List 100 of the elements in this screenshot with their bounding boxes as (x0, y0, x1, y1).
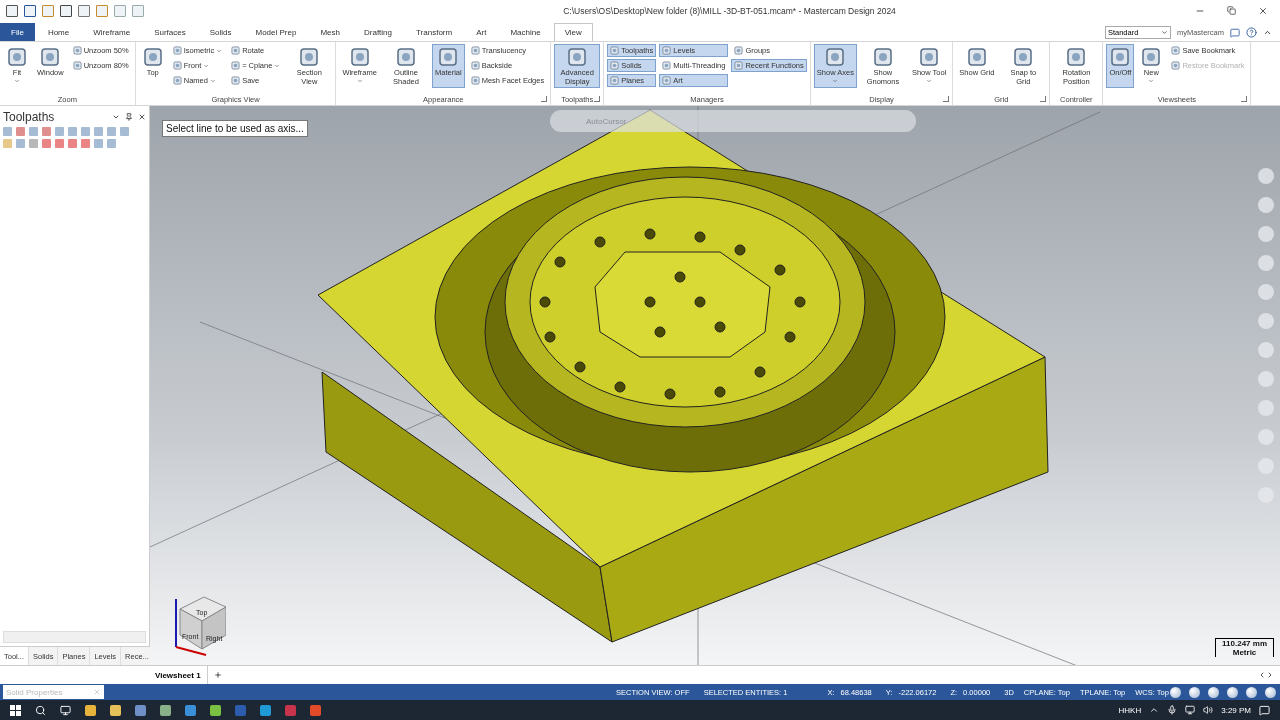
quick-access-icon[interactable] (78, 5, 90, 17)
dialog-launcher-icon[interactable] (1241, 96, 1248, 102)
tool-icon (1171, 46, 1181, 55)
display-mode-icon[interactable] (1227, 686, 1238, 698)
scroll-right-icon[interactable] (1266, 671, 1274, 679)
caret-icon (203, 62, 210, 69)
scale-units: Metric (1232, 648, 1257, 657)
caret-icon (216, 47, 223, 54)
display-mode-icon[interactable] (1189, 686, 1200, 698)
feedback-icon[interactable] (1230, 27, 1240, 38)
notification-icon[interactable] (1259, 704, 1270, 716)
tool-icon (1013, 47, 1034, 67)
ribbon-tab[interactable]: View (553, 23, 593, 41)
tool-icon (1171, 61, 1181, 70)
display-mode-icon[interactable] (1265, 686, 1276, 698)
network-icon[interactable] (1185, 705, 1196, 715)
tool-icon (470, 76, 480, 85)
dialog-launcher-icon[interactable] (1040, 96, 1047, 102)
tool-icon (7, 47, 27, 67)
caret-icon (926, 78, 933, 84)
caret-icon (1160, 29, 1168, 36)
tool-icon (825, 47, 846, 67)
app-icon[interactable] (210, 704, 221, 716)
ribbon-tab[interactable]: Solids (198, 23, 243, 41)
app-icon[interactable] (135, 704, 146, 716)
tool-icon (172, 76, 182, 85)
quick-access-icon[interactable] (6, 5, 18, 17)
display-mode-icon[interactable] (1208, 686, 1219, 698)
caret-icon (356, 78, 363, 84)
task-view-icon[interactable] (60, 704, 71, 716)
view-tool-icon[interactable] (1258, 168, 1274, 184)
tool-icon (1110, 47, 1131, 67)
tool-icon (966, 47, 987, 67)
microphone-icon[interactable] (1167, 705, 1178, 715)
tool-icon (172, 46, 182, 55)
dialog-launcher-icon[interactable] (541, 96, 548, 102)
tray-expand-icon[interactable] (1149, 705, 1160, 715)
tool-icon (919, 47, 940, 67)
clock[interactable]: 3:29 PM (1221, 705, 1251, 715)
app-icon[interactable] (85, 704, 96, 716)
ribbon-tab[interactable]: Art (465, 23, 498, 41)
dialog-launcher-icon[interactable] (943, 96, 950, 102)
search-icon[interactable] (35, 704, 46, 716)
tool-icon (349, 47, 370, 67)
add-tab-icon[interactable] (213, 671, 222, 679)
close-icon[interactable] (138, 113, 146, 121)
caret-icon (274, 62, 281, 69)
caret-icon[interactable] (112, 113, 120, 121)
pin-icon[interactable] (125, 113, 133, 121)
caret-icon (1148, 78, 1155, 84)
app-icon[interactable] (110, 704, 121, 716)
tool-icon (172, 61, 182, 70)
tool-icon (72, 61, 82, 70)
tool-icon (231, 61, 241, 70)
keyboard-language[interactable]: HHKH (1118, 705, 1142, 715)
tool-icon (438, 47, 459, 67)
ribbon-tab[interactable]: Home (36, 23, 81, 41)
tool-icon (40, 47, 61, 67)
caret-icon (832, 78, 839, 84)
ribbon-tab[interactable]: Machine (499, 23, 552, 41)
scrollbar[interactable] (3, 631, 146, 643)
ribbon-tab[interactable]: Transform (405, 23, 464, 41)
scale-length: 110.247 mm (1222, 639, 1267, 648)
ribbon-tab[interactable]: Drafting (353, 23, 403, 41)
app-icon[interactable] (310, 704, 321, 716)
ribbon-tab[interactable]: Wireframe (82, 23, 142, 41)
start-icon[interactable] (10, 704, 21, 716)
display-mode-icon[interactable] (1170, 686, 1181, 698)
dialog-launcher-icon[interactable] (594, 96, 601, 102)
app-icon[interactable] (260, 704, 271, 716)
collapse-ribbon-icon[interactable] (1263, 28, 1272, 37)
tool-icon (142, 47, 163, 67)
caret-icon (209, 77, 216, 84)
display-mode-icon[interactable] (1246, 686, 1257, 698)
ribbon-tab[interactable]: Surfaces (143, 23, 197, 41)
scroll-left-icon[interactable] (1258, 671, 1266, 679)
tool-icon (299, 47, 320, 67)
quick-access-icon[interactable] (24, 5, 36, 17)
help-icon[interactable] (1246, 27, 1257, 38)
ribbon-tab[interactable]: Mesh (309, 23, 351, 41)
tool-icon (231, 76, 241, 85)
tool-icon (872, 47, 893, 67)
tool-icon (610, 61, 620, 70)
volume-icon[interactable] (1203, 705, 1214, 715)
ribbon-tab[interactable]: Model Prep (244, 23, 308, 41)
tool-icon (1141, 47, 1162, 67)
tool-icon (662, 76, 672, 85)
restore-icon[interactable] (1227, 6, 1236, 15)
app-icon[interactable] (185, 704, 196, 716)
caret-icon (14, 78, 20, 84)
tool-icon (395, 47, 416, 67)
quick-access-icon[interactable] (60, 5, 72, 17)
tool-icon (662, 46, 672, 55)
tool-icon (610, 46, 620, 55)
tool-icon (1066, 47, 1087, 67)
tool-icon (662, 61, 672, 70)
file-menu-tab[interactable]: File (0, 23, 35, 41)
app-icon[interactable] (160, 704, 171, 716)
tool-icon (470, 61, 480, 70)
close-icon[interactable] (1258, 6, 1268, 16)
